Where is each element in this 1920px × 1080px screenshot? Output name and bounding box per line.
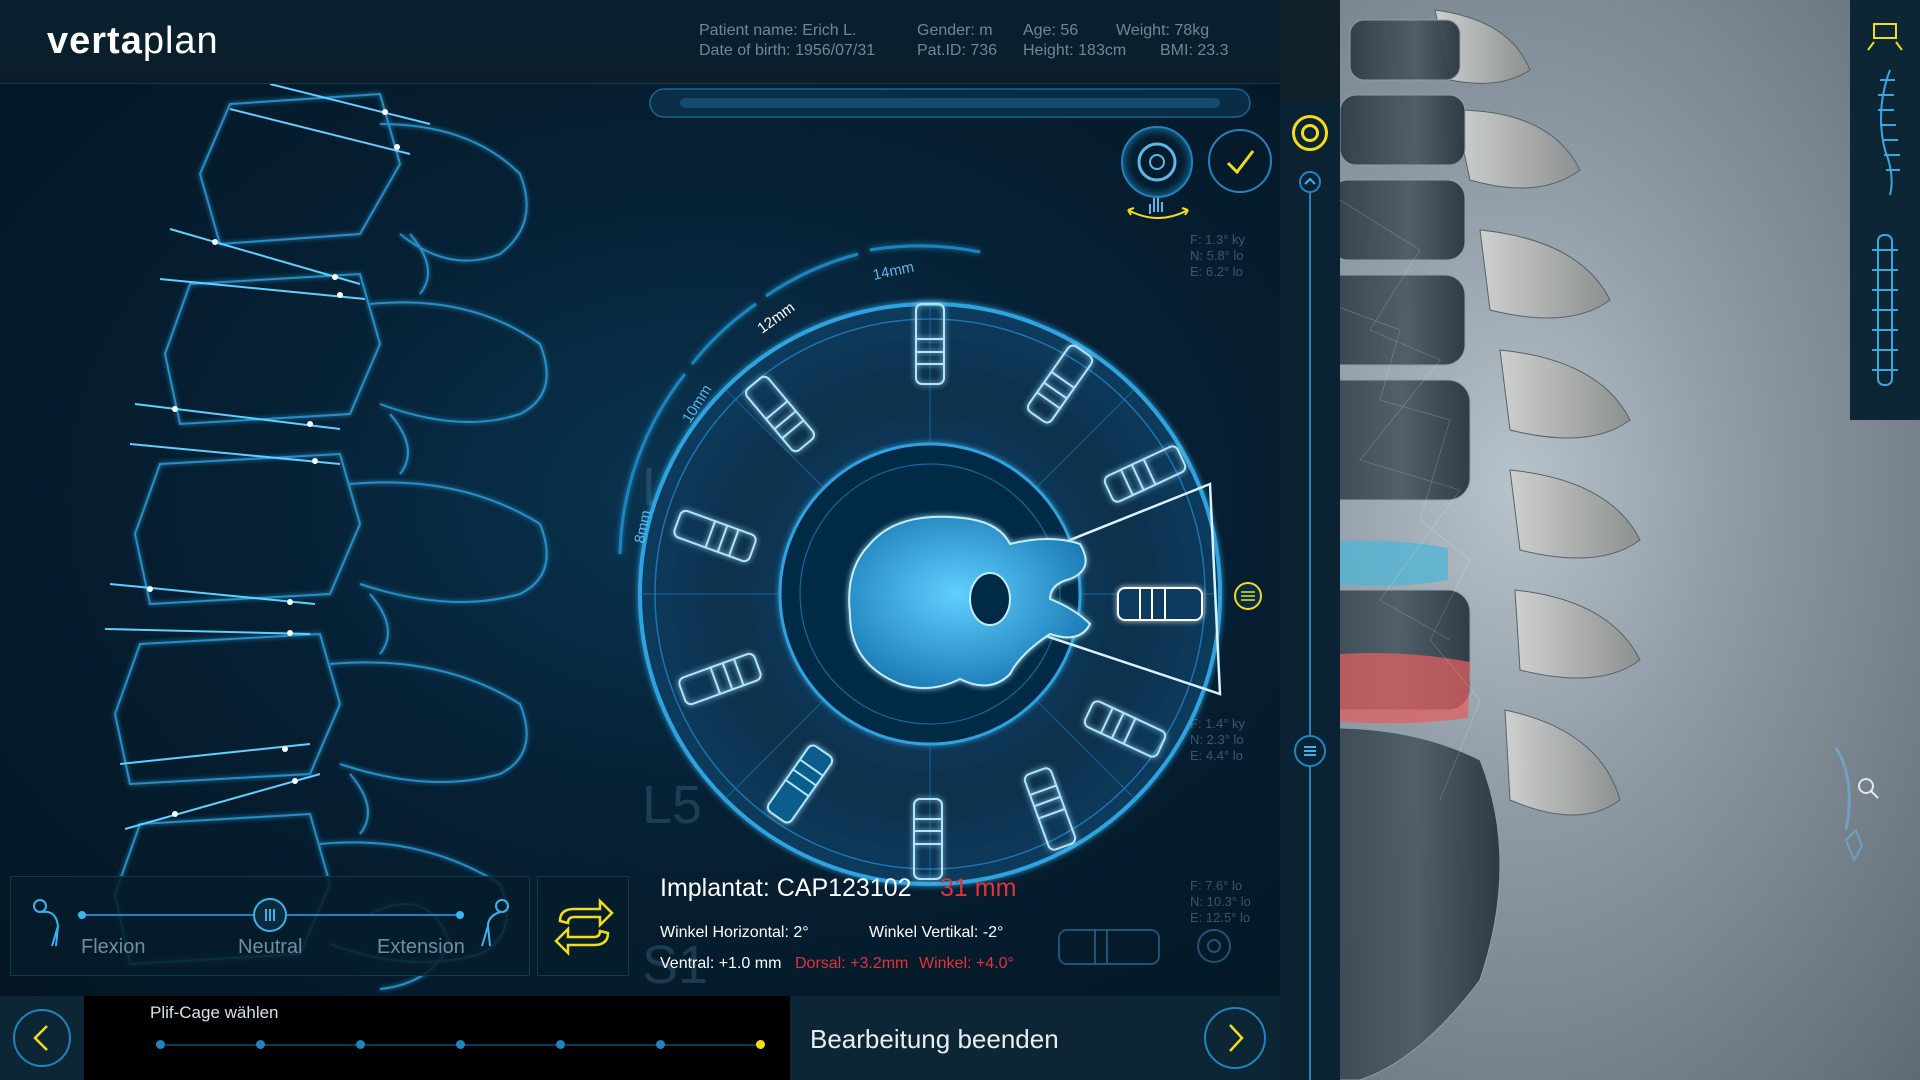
angle-vertical: Winkel Vertikal: -2° <box>869 924 1004 941</box>
top-glow-bar <box>649 88 1251 118</box>
level-slider-handle[interactable] <box>1294 735 1326 767</box>
patient-name: Patient name: Erich L. <box>699 22 857 39</box>
offset-dorsal: Dorsal: +3.2mm <box>795 955 909 972</box>
rotate-hand-icon <box>1127 198 1189 219</box>
header-bar: vertaplan Patient name: Erich L. Gender:… <box>0 0 1280 84</box>
spine-3d-view[interactable] <box>1340 0 1920 1080</box>
finish-editing-button[interactable]: Bearbeitung beenden <box>810 1024 1059 1055</box>
next-step-button[interactable] <box>1204 1007 1266 1069</box>
motion-slider-end <box>456 911 464 919</box>
dock-icons <box>1867 23 1903 386</box>
spine-ap-thumbnail <box>1872 234 1898 386</box>
target-icon <box>1301 124 1319 142</box>
level-slider-track[interactable] <box>1309 184 1311 1080</box>
extension-label[interactable]: Extension <box>377 936 465 959</box>
step-dot[interactable] <box>456 1040 465 1049</box>
offset-ventral: Ventral: +1.0 mm <box>660 955 782 972</box>
camera-icon <box>1867 23 1903 51</box>
disc-upper-highlight <box>1340 540 1448 586</box>
confirm-button[interactable] <box>1208 129 1272 193</box>
chevron-right-icon <box>1229 1024 1244 1052</box>
step-dot[interactable] <box>156 1040 165 1049</box>
patient-age: Age: 56 <box>1023 22 1079 39</box>
flexion-figure-icon <box>33 899 60 947</box>
implant-selection-wheel[interactable]: 8mm 10mm 12mm 14mm <box>580 224 1280 964</box>
angle-winkel: Winkel: +4.0° <box>919 955 1014 972</box>
magnifier-icon[interactable] <box>1826 740 1886 890</box>
chevron-up-icon <box>1304 177 1316 185</box>
vertebra-mini-icon <box>1197 929 1231 963</box>
step-dot[interactable] <box>256 1040 265 1049</box>
app-logo: vertaplan <box>47 20 219 62</box>
patient-id: Pat.ID: 736 <box>917 42 998 59</box>
implant-title: Implantat: CAP123102 <box>660 874 912 902</box>
vertaplan-app: vertaplan Patient name: Erich L. Gender:… <box>0 0 1920 1080</box>
previous-step-circle[interactable] <box>13 1009 71 1067</box>
size-tab-14mm: 14mm <box>871 259 915 284</box>
chevron-left-icon <box>33 1025 48 1051</box>
cage-preview <box>1058 929 1160 965</box>
spine-3d-model <box>1340 9 1641 1080</box>
slider-up-button[interactable] <box>1299 171 1321 193</box>
spine-lateral-thumbnail <box>1878 69 1900 196</box>
extension-figure-icon <box>481 899 509 947</box>
planning-area: L3 L4 L5 S1 F: 1.3° ky N: 5.8° lo E: 6.2… <box>0 84 1280 996</box>
implant-size: 31 mm <box>940 874 1017 902</box>
step-dot[interactable] <box>556 1040 565 1049</box>
step-dot[interactable] <box>756 1040 765 1049</box>
patient-gender: Gender: m <box>917 22 993 39</box>
patient-dob: Date of birth: 1956/07/31 <box>699 42 876 59</box>
right-dock <box>1850 0 1920 420</box>
neutral-label[interactable]: Neutral <box>238 936 302 959</box>
slider-column-top <box>1280 0 1340 100</box>
size-tab-12mm: 12mm <box>754 299 798 337</box>
lateral-spine-xray[interactable] <box>0 84 640 996</box>
target-icon <box>1137 142 1177 182</box>
step-dot[interactable] <box>656 1040 665 1049</box>
motion-slider-start <box>78 911 86 919</box>
angle-horizontal: Winkel Horizontal: 2° <box>660 924 809 941</box>
swap-arrows-icon <box>554 897 614 957</box>
step-dot[interactable] <box>356 1040 365 1049</box>
patient-weight: Weight: 78kg <box>1116 22 1210 39</box>
rotate-view-button[interactable] <box>1121 126 1193 198</box>
patient-bmi: BMI: 23.3 <box>1160 42 1229 59</box>
patient-height: Height: 183cm <box>1023 42 1127 59</box>
motion-slider-knob[interactable] <box>253 898 287 932</box>
disc-lower-highlight <box>1340 653 1470 724</box>
flexion-label[interactable]: Flexion <box>81 936 145 959</box>
checkmark-icon <box>1226 150 1255 175</box>
step-label: Plif-Cage wählen <box>150 1003 279 1022</box>
swap-button[interactable] <box>537 876 629 976</box>
